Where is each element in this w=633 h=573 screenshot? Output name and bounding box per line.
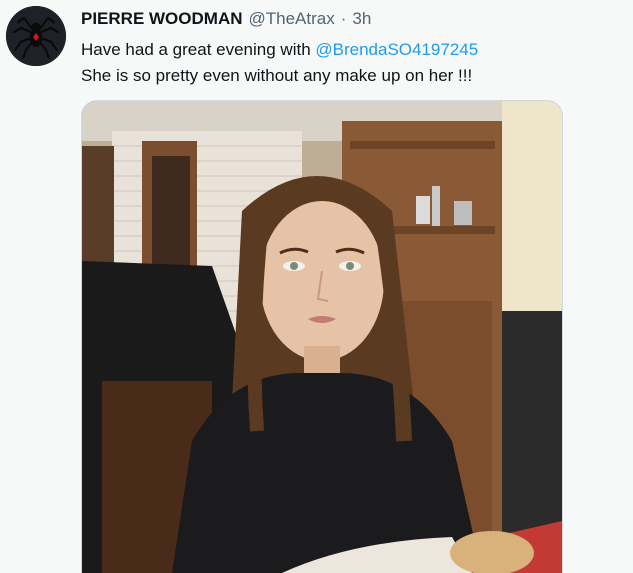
tweet-text-line-2: She is so pretty even without any make u… [81, 66, 473, 85]
tweet-text: Have had a great evening with @BrendaSO4… [81, 37, 611, 89]
mention-link[interactable]: @BrendaSO4197245 [315, 40, 478, 59]
tweet-photo[interactable] [81, 100, 563, 573]
meta-separator: · [340, 9, 347, 28]
tweet-header: PIERRE WOODMAN @TheAtrax · 3h [81, 9, 371, 31]
author-display-name[interactable]: PIERRE WOODMAN [81, 9, 243, 29]
tweet-text-line-1: Have had a great evening with @BrendaSO4… [81, 37, 611, 63]
tweet-text-prefix: Have had a great evening with [81, 40, 316, 59]
spider-avatar-icon [6, 6, 66, 66]
tweet-timestamp[interactable]: 3h [352, 9, 371, 29]
author-handle[interactable]: @TheAtrax [249, 9, 335, 29]
photo-image [82, 101, 562, 573]
tweet[interactable]: PIERRE WOODMAN @TheAtrax · 3h Have had a… [0, 0, 633, 573]
author-avatar[interactable] [6, 6, 66, 66]
